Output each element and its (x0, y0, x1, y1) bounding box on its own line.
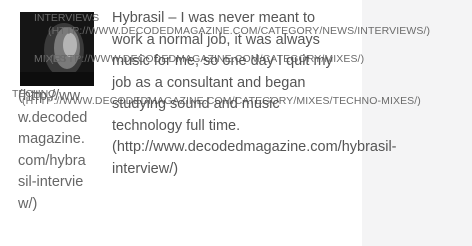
excerpt-permalink[interactable]: (http://www.decodedmagazine.com/hybrasil… (112, 139, 397, 177)
category-label-interviews: INTERVIEWS (34, 12, 100, 24)
excerpt-text: Hybrasil – I was never meant to work a n… (112, 10, 333, 134)
post-excerpt: Hybrasil – I was never meant to work a n… (112, 8, 397, 180)
thumbnail-permalink[interactable]: (http://www.decodedmagazine.com/hybrasil… (18, 86, 92, 215)
